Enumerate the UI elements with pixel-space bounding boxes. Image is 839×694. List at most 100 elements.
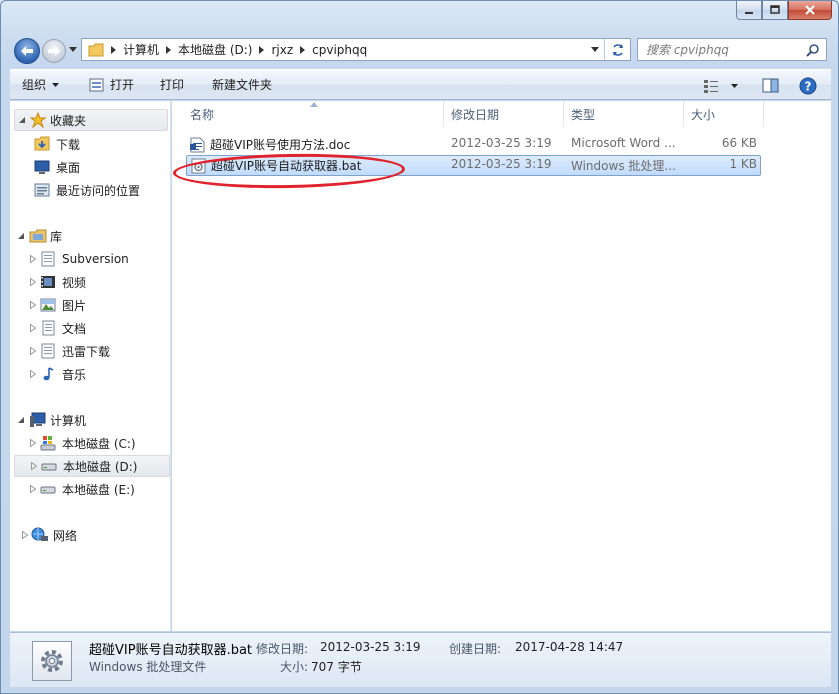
column-separator[interactable] (763, 101, 764, 127)
nav-library-music-label: 音乐 (62, 367, 87, 382)
column-header-type[interactable]: 类型 (571, 101, 595, 127)
breadcrumb-drive-d[interactable]: 本地磁盘 (D:) (178, 41, 252, 58)
column-modified-label: 修改日期 (451, 107, 500, 122)
breadcrumb-rjxz[interactable]: rjxz (271, 43, 293, 57)
nav-desktop[interactable]: 桌面 (34, 156, 170, 178)
nav-computer-label: 计算机 (50, 413, 87, 428)
maximize-button[interactable] (762, 1, 788, 20)
drive-icon (41, 463, 57, 471)
file-modified: 2012-03-25 3:19 (451, 157, 552, 171)
nav-drive-d[interactable]: 本地磁盘 (D:) (14, 455, 170, 477)
nav-library-music[interactable]: 音乐 (30, 363, 170, 385)
organize-button[interactable]: 组织 (14, 73, 67, 97)
search-icon[interactable] (806, 43, 820, 57)
nav-drive-e[interactable]: 本地磁盘 (E:) (30, 478, 170, 500)
file-name: 超碰VIP账号使用方法.doc (210, 138, 351, 152)
column-header-size[interactable]: 大小 (691, 101, 715, 127)
back-button[interactable] (14, 38, 40, 64)
address-dropdown-icon[interactable] (591, 47, 599, 52)
collapsed-chevron-icon (30, 439, 36, 447)
nav-library-subversion[interactable]: Subversion (30, 248, 170, 270)
system-drive-icon (40, 436, 56, 451)
music-note-icon (43, 367, 54, 381)
refresh-icon (612, 43, 623, 56)
details-modified-value: 2012-03-25 3:19 (320, 640, 421, 654)
recent-places-icon (34, 183, 50, 197)
nav-favorites[interactable]: 收藏夹 (14, 109, 168, 131)
new-folder-button[interactable]: 新建文件夹 (204, 73, 280, 97)
preview-pane-button[interactable] (754, 74, 787, 98)
nav-library-subversion-label: Subversion (62, 252, 129, 266)
column-separator[interactable] (683, 101, 684, 127)
library-icon (29, 229, 47, 243)
search-box[interactable] (637, 38, 827, 61)
nav-library-xunlei[interactable]: 迅雷下载 (30, 340, 170, 362)
file-modified: 2012-03-25 3:19 (451, 136, 552, 150)
nav-desktop-label: 桌面 (56, 160, 81, 175)
breadcrumb-separator-icon (300, 45, 306, 54)
new-folder-label: 新建文件夹 (212, 78, 273, 92)
nav-libraries[interactable]: 库 (14, 225, 170, 247)
open-button[interactable]: 打开 (81, 73, 142, 97)
back-arrow-icon (21, 46, 33, 56)
nav-network-label: 网络 (53, 528, 78, 543)
document-library-icon (41, 343, 55, 359)
recent-pages-dropdown-icon[interactable] (69, 47, 77, 52)
chevron-down-icon (52, 82, 60, 87)
details-created-label: 创建日期: (449, 642, 502, 656)
collapsed-chevron-icon (30, 278, 36, 286)
drive-icon (40, 486, 56, 494)
forward-button[interactable] (42, 39, 66, 63)
toolbar-right: ? (691, 70, 831, 101)
column-type-label: 类型 (571, 107, 596, 122)
document-library-icon (41, 251, 55, 267)
print-button[interactable]: 打印 (152, 73, 192, 97)
nav-drive-c[interactable]: 本地磁盘 (C:) (30, 432, 170, 454)
breadcrumb-computer[interactable]: 计算机 (123, 41, 159, 58)
navigation-pane: 收藏夹 下载 桌面 最近访问的位置 库 Subversion 视频 图片 文档 … (10, 101, 171, 631)
change-view-button[interactable] (695, 74, 746, 98)
collapsed-chevron-icon (22, 531, 28, 539)
column-separator[interactable] (563, 101, 564, 127)
nav-library-documents[interactable]: 文档 (30, 317, 170, 339)
file-type: Windows 批处理... (571, 159, 676, 173)
column-header-name[interactable]: 名称 (190, 101, 214, 127)
details-file-name: 超碰VIP账号自动获取器.bat (89, 643, 253, 658)
nav-library-videos[interactable]: 视频 (30, 271, 170, 293)
folder-icon (88, 43, 104, 56)
word-doc-icon (190, 137, 205, 152)
nav-downloads[interactable]: 下载 (34, 133, 170, 155)
refresh-button[interactable] (604, 39, 630, 60)
details-created-value: 2017-04-28 14:47 (515, 640, 624, 654)
close-button[interactable] (788, 1, 832, 20)
nav-library-videos-label: 视频 (62, 275, 87, 290)
collapsed-chevron-icon (30, 255, 36, 263)
address-bar[interactable]: 计算机 本地磁盘 (D:) rjxz cpviphqq (81, 38, 631, 61)
computer-icon (30, 412, 46, 427)
forward-arrow-icon (48, 46, 60, 56)
file-row[interactable]: 超碰VIP账号使用方法.doc 2012-03-25 3:19 Microsof… (186, 134, 761, 155)
minimize-button[interactable] (736, 1, 762, 20)
column-separator[interactable] (443, 101, 444, 127)
breadcrumb-separator-icon (166, 45, 172, 54)
nav-drive-e-label: 本地磁盘 (E:) (62, 482, 135, 497)
file-size: 66 KB (721, 136, 757, 150)
nav-computer[interactable]: 计算机 (14, 409, 170, 431)
nav-recent-places[interactable]: 最近访问的位置 (34, 179, 170, 201)
breadcrumb-cpviphqq[interactable]: cpviphqq (312, 43, 367, 57)
open-icon (89, 78, 104, 91)
file-size: 1 KB (729, 157, 757, 171)
help-button[interactable]: ? (791, 74, 825, 98)
nav-library-pictures[interactable]: 图片 (30, 294, 170, 316)
minimize-icon (745, 12, 753, 14)
video-icon (41, 276, 55, 288)
search-input[interactable] (638, 39, 798, 60)
breadcrumb-separator-icon (259, 45, 265, 54)
nav-library-xunlei-label: 迅雷下载 (62, 344, 111, 359)
column-size-label: 大小 (691, 107, 716, 122)
close-icon (805, 5, 815, 15)
details-size-label: 大小: (280, 660, 309, 674)
column-header-modified[interactable]: 修改日期 (451, 101, 499, 127)
nav-recent-places-label: 最近访问的位置 (56, 183, 141, 198)
nav-network[interactable]: 网络 (22, 524, 170, 546)
